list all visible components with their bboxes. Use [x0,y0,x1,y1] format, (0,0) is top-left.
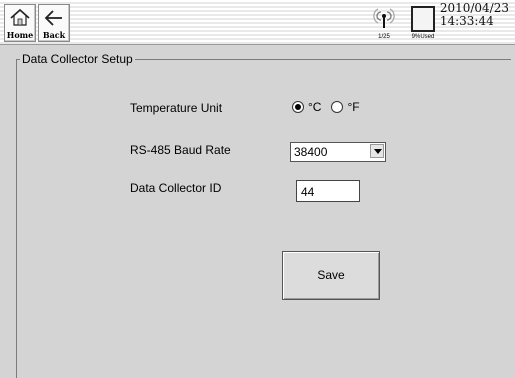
toolbar: Home Back 1/25 9%Used 2010/04/23 14:33:4… [0,0,515,45]
home-button[interactable]: Home [4,4,36,42]
collector-id-label: Data Collector ID [130,181,222,195]
storage-icon [411,6,435,32]
storage-caption: 9%Used [411,34,435,40]
collector-id-value: 44 [301,185,315,199]
radio-celsius[interactable]: °C [292,100,321,114]
radio-celsius-label: °C [308,100,322,114]
radio-fahrenheit-dot[interactable] [331,101,344,113]
home-icon [10,8,30,26]
radio-fahrenheit[interactable]: °F [331,100,360,114]
temperature-unit-radio-group: °C °F [292,100,370,114]
save-button[interactable]: Save [282,251,380,300]
back-button[interactable]: Back [38,4,70,42]
chevron-down-icon[interactable] [370,144,384,158]
signal-caption: 1/25 [378,34,390,40]
time-text: 14:33:44 [439,14,494,28]
radio-fahrenheit-label: °F [347,100,360,114]
group-title: Data Collector Setup [20,52,135,66]
radio-celsius-dot[interactable] [292,101,304,113]
collector-id-input[interactable]: 44 [296,180,360,202]
baud-rate-select[interactable]: 38400 [290,142,386,162]
home-label: Home [6,30,34,40]
temperature-unit-label: Temperature Unit [130,101,223,115]
signal-indicator: 1/25 [369,3,399,41]
back-arrow-icon [44,10,62,26]
antenna-signal-icon [373,8,395,28]
datetime: 2010/04/23 14:33:44 [440,2,509,28]
baud-rate-value: 38400 [294,145,328,159]
storage-indicator: 9%Used [405,3,441,41]
baud-rate-label: RS-485 Baud Rate [130,143,231,157]
back-label: Back [42,30,66,40]
setup-group [16,59,511,378]
